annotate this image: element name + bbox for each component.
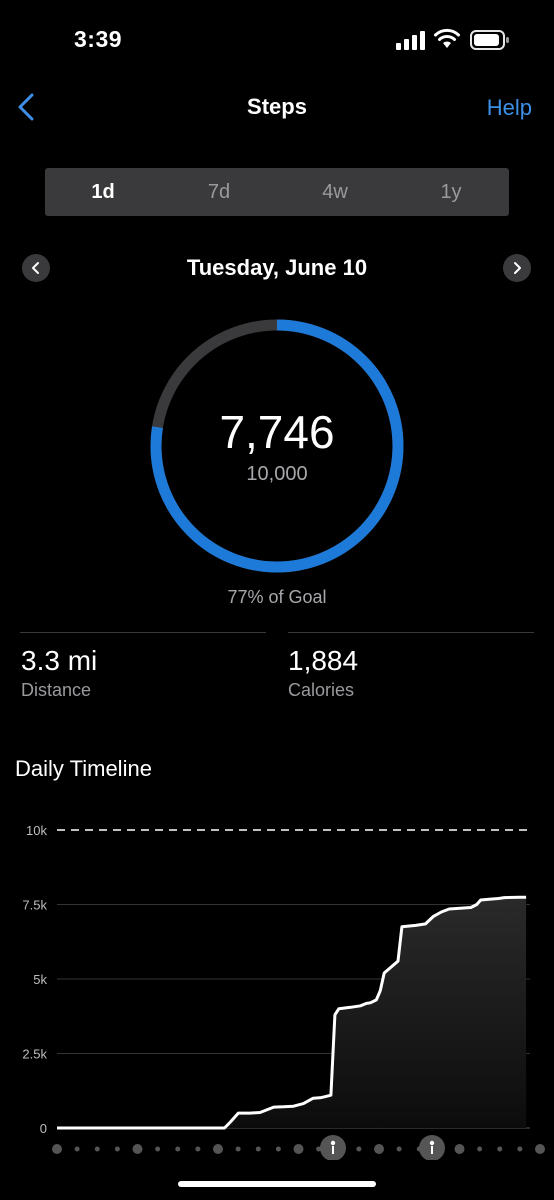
- battery-icon: [470, 30, 509, 50]
- goal-percent: 77% of Goal: [227, 587, 327, 607]
- tab-1y[interactable]: 1y: [393, 168, 509, 216]
- next-day-button[interactable]: [503, 254, 531, 282]
- hour-dot: [255, 1146, 261, 1152]
- tab-4w[interactable]: 4w: [277, 168, 393, 216]
- series-area: [57, 897, 527, 1128]
- activity-glyph: [330, 1140, 336, 1146]
- hour-dot: [155, 1146, 161, 1152]
- section-title: Daily Timeline: [15, 756, 152, 781]
- hour-dot: [175, 1146, 181, 1152]
- chevron-right-icon: [514, 262, 521, 274]
- hour-dot: [396, 1146, 402, 1152]
- y-tick-label: 0: [40, 1121, 47, 1136]
- hour-dot: [517, 1146, 523, 1152]
- divider: [20, 632, 266, 633]
- step-count: 7,746: [219, 406, 335, 458]
- hour-dot: [477, 1146, 483, 1152]
- calories-value: 1,884: [288, 645, 359, 676]
- hour-dot: [213, 1144, 223, 1154]
- status-time: 3:39: [74, 26, 123, 52]
- daily-timeline-chart: 0 2.5k 5k 7.5k 10k: [22, 823, 545, 1160]
- hour-dot: [52, 1144, 62, 1154]
- hour-dot: [374, 1144, 384, 1154]
- hour-dot: [94, 1146, 100, 1152]
- page-title: Steps: [247, 94, 307, 119]
- hour-dot: [195, 1146, 201, 1152]
- hour-dot: [293, 1144, 304, 1154]
- help-link[interactable]: Help: [487, 95, 532, 121]
- cellular-signal-icon: [396, 31, 425, 50]
- home-indicator: [178, 1181, 376, 1187]
- activity-glyph: [429, 1140, 435, 1146]
- distance-value: 3.3 mi: [21, 645, 98, 676]
- y-tick-label: 7.5k: [22, 898, 47, 913]
- hour-dot: [114, 1146, 120, 1152]
- step-goal: 10,000: [246, 463, 308, 485]
- hour-dot: [356, 1146, 362, 1152]
- y-tick-label: 10k: [26, 823, 47, 838]
- y-tick-label: 5k: [33, 972, 47, 987]
- hour-dot: [535, 1144, 545, 1154]
- y-tick-label: 2.5k: [22, 1047, 47, 1062]
- period-selector: 1d 7d 4w 1y: [45, 168, 509, 216]
- tab-1d[interactable]: 1d: [45, 168, 161, 216]
- hour-dot: [275, 1146, 281, 1152]
- calories-label: Calories: [288, 680, 355, 700]
- hour-dot: [497, 1146, 503, 1152]
- hour-dot: [132, 1144, 143, 1154]
- hour-dot: [454, 1144, 465, 1154]
- tab-7d[interactable]: 7d: [161, 168, 277, 216]
- date-label: Tuesday, June 10: [186, 255, 368, 280]
- wifi-icon: [434, 28, 460, 48]
- hour-dot: [235, 1146, 241, 1152]
- hour-dot: [74, 1146, 80, 1152]
- divider: [288, 632, 534, 633]
- distance-label: Distance: [21, 680, 92, 700]
